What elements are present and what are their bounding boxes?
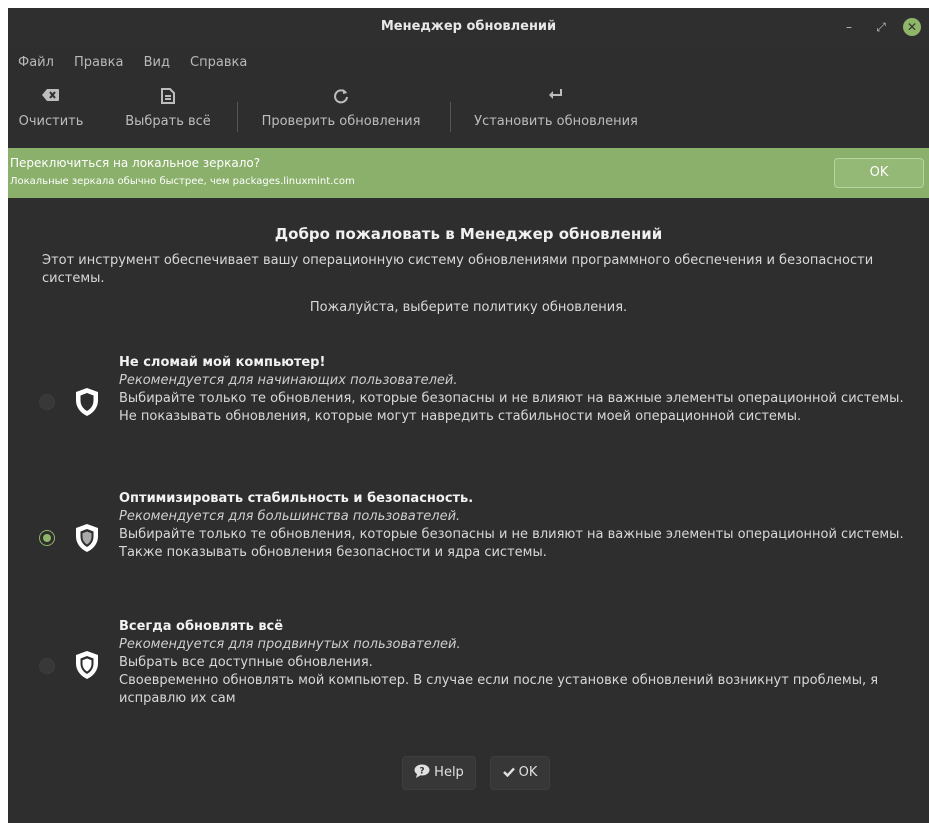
welcome-title: Добро пожаловать в Менеджер обновлений [274, 225, 663, 243]
menu-help[interactable]: Справка [190, 50, 247, 76]
menu-edit[interactable]: Правка [74, 50, 123, 76]
help-button[interactable]: ? Help [402, 756, 476, 790]
menu-bar: Файл Правка Вид Справка [8, 50, 929, 76]
policy-title: Не сломай мой компьютер! [119, 355, 326, 370]
select-all-button[interactable]: Выбрать всё [120, 88, 216, 129]
check-updates-button[interactable]: Проверить обновления [256, 88, 426, 129]
help-label: Help [434, 765, 464, 780]
check-updates-label: Проверить обновления [261, 114, 421, 129]
shield-half-icon [74, 523, 100, 553]
policy-text-3: Всегда обновлять всё Рекомендуется для п… [119, 618, 909, 708]
policy-prompt: Пожалуйста, выберите политику обновления… [309, 300, 628, 315]
policy-recommendation: Рекомендуется для продвинутых пользовате… [119, 637, 461, 652]
checkmark-icon [502, 757, 515, 789]
policy-recommendation: Рекомендуется для начинающих пользовател… [119, 373, 458, 388]
policy-title: Оптимизировать стабильность и безопаснос… [119, 491, 474, 506]
infobar-subtitle: Локальные зеркала обычно быстрее, чем pa… [10, 176, 355, 187]
shield-full-icon [74, 650, 100, 680]
policy-radio-2[interactable] [39, 530, 55, 546]
menu-view[interactable]: Вид [144, 50, 170, 76]
mirror-infobar: Переключиться на локальное зеркало? Лока… [8, 148, 929, 198]
welcome-description: Этот инструмент обеспечивает вашу операц… [42, 253, 874, 286]
clear-button[interactable]: Очистить [16, 88, 86, 129]
infobar-title: Переключиться на локальное зеркало? [10, 156, 261, 170]
refresh-icon [256, 88, 426, 110]
return-icon [468, 88, 644, 110]
policy-text-1: Не сломай мой компьютер! Рекомендуется д… [119, 354, 909, 426]
menu-file[interactable]: Файл [18, 50, 54, 76]
toolbar: Очистить Выбрать всё Проверить обновлени… [8, 88, 929, 148]
svg-text:?: ? [420, 767, 425, 777]
update-manager-window: Менеджер обновлений – ⤢ ✕ Файл Правка Ви… [8, 8, 929, 823]
select-all-label: Выбрать всё [125, 114, 211, 129]
policy-description: Не показывать обновления, которые могут … [119, 409, 802, 424]
clear-label: Очистить [18, 114, 84, 129]
window-title: Менеджер обновлений [380, 19, 557, 34]
policy-description: Своевременно обновлять мой компьютер. В … [119, 673, 879, 706]
document-icon [120, 88, 216, 110]
welcome-content: Добро пожаловать в Менеджер обновлений Э… [8, 198, 929, 823]
help-icon: ? [414, 757, 430, 789]
minimize-button[interactable]: – [840, 18, 858, 36]
policy-text-2: Оптимизировать стабильность и безопаснос… [119, 490, 909, 562]
title-bar: Менеджер обновлений – ⤢ ✕ [8, 8, 929, 48]
policy-recommendation: Рекомендуется для большинства пользовате… [119, 509, 461, 524]
toolbar-separator [450, 102, 451, 132]
policy-title: Всегда обновлять всё [119, 619, 284, 634]
maximize-button[interactable]: ⤢ [872, 18, 890, 36]
policy-description: Выбрать все доступные обновления. [119, 655, 373, 670]
ok-button[interactable]: OK [490, 756, 550, 790]
close-button[interactable]: ✕ [903, 18, 921, 36]
policy-radio-1[interactable] [39, 394, 55, 410]
policy-radio-3[interactable] [39, 658, 55, 674]
infobar-ok-button[interactable]: OK [834, 158, 924, 188]
policy-description: Выбирайте только те обновления, которые … [119, 527, 904, 542]
policy-description: Также показывать обновления безопасности… [119, 545, 547, 560]
install-updates-button[interactable]: Установить обновления [468, 88, 644, 129]
toolbar-separator [237, 102, 238, 132]
ok-label: OK [518, 765, 538, 780]
install-updates-label: Установить обновления [474, 114, 638, 129]
policy-description: Выбирайте только те обновления, которые … [119, 391, 904, 406]
clear-icon [16, 88, 86, 110]
shield-icon [74, 387, 100, 417]
